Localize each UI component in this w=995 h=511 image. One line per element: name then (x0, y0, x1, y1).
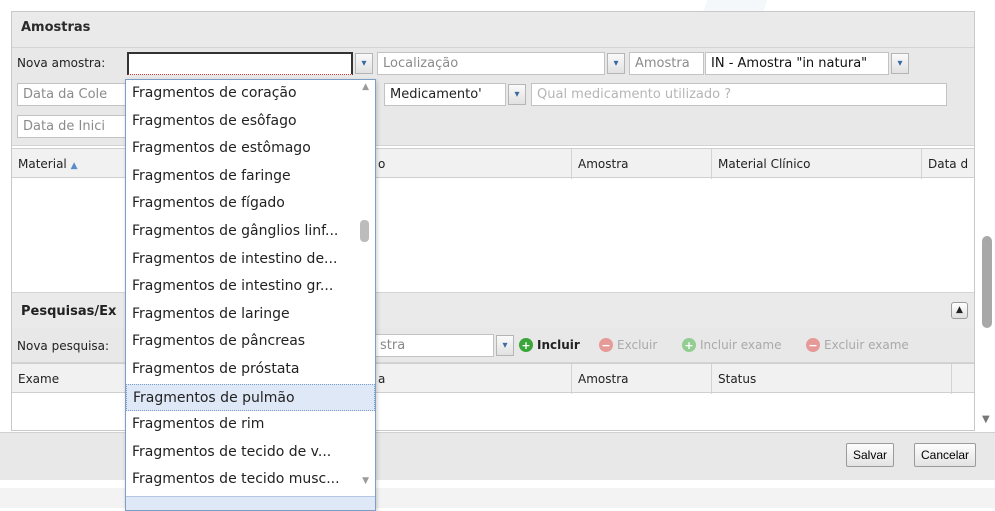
exclude-exam-button[interactable]: − Excluir exame (806, 338, 909, 352)
research-panel-title: Pesquisas/Ex (21, 304, 117, 319)
exclude-button[interactable]: − Excluir (599, 338, 657, 352)
column-partial[interactable]: o (372, 149, 572, 179)
add-icon: + (682, 338, 696, 352)
sample-type-select[interactable]: IN - Amostra "in natura" (705, 52, 889, 75)
cancel-button[interactable]: Cancelar (914, 443, 977, 467)
column-status[interactable]: Status (712, 364, 952, 394)
new-research-label: Nova pesquisa: (17, 339, 110, 353)
dropdown-item[interactable]: Fragmentos de intestino de... (126, 246, 375, 274)
medication-dropdown-button[interactable]: ▾ (508, 84, 526, 105)
collapse-icon[interactable]: ▲ (951, 302, 968, 319)
medication-select[interactable]: Medicamento' (384, 83, 506, 106)
new-sample-label: Nova amostra: (17, 56, 106, 70)
dropdown-item[interactable]: Fragmentos de estômago (126, 135, 375, 163)
save-button[interactable]: Salvar (846, 443, 895, 467)
research-sample-input[interactable]: stra (374, 334, 494, 357)
location-dropdown-button[interactable]: ▾ (607, 53, 625, 74)
new-sample-dropdown-list: Fragmentos de coração Fragmentos de esôfa… (125, 79, 376, 511)
dropdown-item[interactable]: Fragmentos de próstata (126, 356, 375, 384)
dropdown-item[interactable]: Fragmentos de pâncreas (126, 328, 375, 356)
list-scrollbar-thumb[interactable] (360, 220, 369, 242)
dropdown-item[interactable]: Fragmentos de esôfago (126, 108, 375, 136)
exclude-label: Excluir (617, 338, 658, 352)
include-exam-button[interactable]: + Incluir exame (682, 338, 781, 352)
include-label: Incluir (537, 338, 580, 352)
dropdown-item[interactable]: Fragmentos de faringe (126, 163, 375, 191)
dropdown-item[interactable]: Fragmentos de coração (126, 80, 375, 108)
collection-date-input[interactable]: Data da Cole (17, 83, 127, 106)
research-dropdown-button[interactable]: ▾ (496, 335, 514, 356)
sample-type-dropdown-button[interactable]: ▾ (891, 53, 909, 74)
remove-icon: − (806, 338, 820, 352)
remove-icon: − (599, 338, 613, 352)
column-data[interactable]: Data d (922, 149, 974, 179)
medication-question-input[interactable]: Qual medicamento utilizado ? (531, 83, 947, 106)
dropdown-item[interactable]: Fragmentos de tecido musc... (126, 466, 375, 494)
dropdown-item[interactable]: Fragmentos de fígado (126, 190, 375, 218)
location-input[interactable]: Localização (377, 52, 605, 75)
scroll-down-icon[interactable]: ▼ (982, 414, 990, 425)
dropdown-item[interactable]: Fragmentos de rim (126, 411, 375, 439)
column-amostra-2[interactable]: Amostra (572, 364, 712, 394)
include-button[interactable]: + Incluir (519, 338, 580, 352)
list-scroll-down-icon[interactable]: ▼ (362, 476, 369, 486)
samples-panel-title: Amostras (12, 12, 974, 48)
dropdown-item[interactable]: Fragmentos de intestino gr... (126, 273, 375, 301)
sort-asc-icon: ▲ (70, 161, 78, 171)
dropdown-item[interactable]: Fragmentos de laringe (126, 301, 375, 329)
new-sample-input[interactable] (127, 52, 353, 75)
include-exam-label: Incluir exame (700, 338, 782, 352)
add-icon: + (519, 338, 533, 352)
column-partial-2[interactable]: a (372, 364, 572, 394)
dropdown-item[interactable]: Fragmentos de tecido de v... (126, 439, 375, 467)
start-date-input[interactable]: Data de Inici (17, 115, 127, 138)
column-amostra[interactable]: Amostra (572, 149, 712, 179)
page-scrollbar-thumb[interactable] (982, 236, 992, 328)
column-material-clinico[interactable]: Material Clínico (712, 149, 922, 179)
dropdown-items: Fragmentos de coração Fragmentos de esôfa… (126, 80, 375, 494)
dropdown-item[interactable]: Fragmentos de gânglios linf... (126, 218, 375, 246)
new-sample-dropdown-button[interactable]: ▾ (355, 53, 373, 74)
dropdown-item[interactable]: Fragmentos de pulmão (126, 383, 375, 412)
exclude-exam-label: Excluir exame (824, 338, 909, 352)
list-scroll-up-icon[interactable]: ▲ (362, 82, 369, 92)
sample-input[interactable]: Amostra (629, 52, 704, 75)
